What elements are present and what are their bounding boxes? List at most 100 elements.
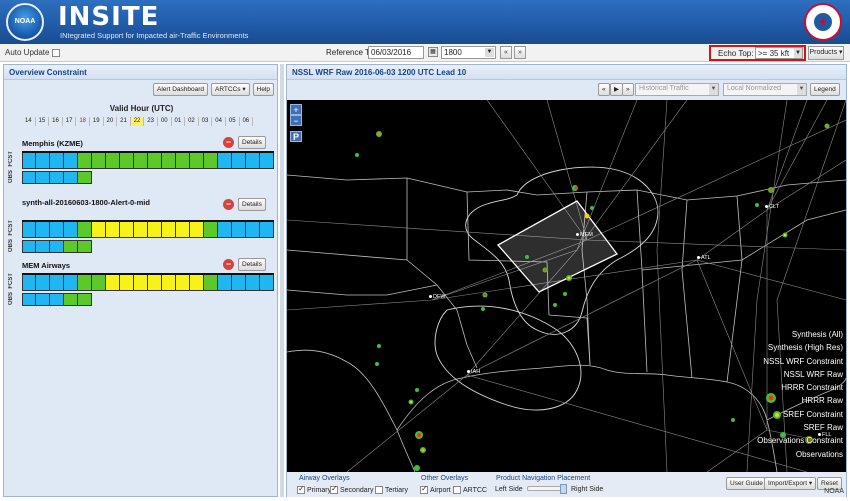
observation-cell[interactable] (64, 293, 78, 306)
forecast-cell[interactable] (246, 222, 260, 238)
forecast-cell[interactable] (64, 275, 78, 291)
forecast-cell[interactable] (162, 275, 176, 291)
secondary-checkbox[interactable] (330, 484, 338, 494)
forecast-cell[interactable] (36, 275, 50, 291)
remove-icon[interactable]: − (223, 199, 234, 210)
legend-button[interactable]: Legend (810, 83, 840, 96)
hour-label[interactable]: 18 (76, 117, 90, 126)
observation-cell[interactable] (22, 171, 36, 184)
layer-item[interactable]: HRRR Constraint (757, 381, 843, 394)
hour-label[interactable]: 06 (240, 117, 254, 126)
artcc-overlay-toggle[interactable]: ARTCC (453, 486, 487, 494)
forecast-cell[interactable] (162, 153, 176, 169)
forecast-cell[interactable] (190, 275, 204, 291)
forecast-cell[interactable] (22, 275, 36, 291)
forecast-cell[interactable] (204, 275, 218, 291)
forecast-cell[interactable] (190, 153, 204, 169)
airport-overlay-toggle[interactable]: Airport (420, 484, 451, 494)
forecast-cell[interactable] (106, 275, 120, 291)
hour-label[interactable]: 20 (104, 117, 118, 126)
primary-overlay-toggle[interactable]: Primary (297, 484, 331, 494)
artccs-button[interactable]: ARTCCs ▾ (211, 83, 250, 96)
nav-placement-slider[interactable] (527, 484, 567, 494)
tertiary-checkbox[interactable] (375, 486, 383, 494)
forecast-cell[interactable] (232, 153, 246, 169)
forecast-cell[interactable] (260, 222, 274, 238)
historical-traffic-select[interactable]: Historical Traffic ▼ (635, 83, 719, 96)
layer-item[interactable]: HRRR Raw (757, 394, 843, 407)
layer-item[interactable]: NSSL WRF Raw (757, 368, 843, 381)
forecast-cell[interactable] (232, 275, 246, 291)
forecast-cell[interactable] (106, 222, 120, 238)
hour-label[interactable]: 19 (90, 117, 104, 126)
user-guide-button[interactable]: User Guide (726, 477, 767, 490)
hour-label[interactable]: 04 (212, 117, 226, 126)
forecast-cell[interactable] (36, 153, 50, 169)
hour-label[interactable]: 22 (130, 117, 145, 126)
forecast-cell[interactable] (120, 222, 134, 238)
layer-item[interactable]: NSSL WRF Constraint (757, 355, 843, 368)
details-button[interactable]: Details (238, 136, 266, 149)
time-back-button[interactable]: « (500, 46, 512, 59)
forecast-cell[interactable] (246, 153, 260, 169)
forecast-cell[interactable] (120, 275, 134, 291)
echo-top-select[interactable]: >= 35 kft ▼ (755, 47, 803, 59)
reference-date-input[interactable]: 06/03/2016 (368, 46, 424, 59)
slider-thumb[interactable] (560, 484, 567, 494)
help-button[interactable]: Help (252, 83, 274, 96)
forecast-cell[interactable] (134, 275, 148, 291)
forecast-cell[interactable] (232, 222, 246, 238)
forecast-cell[interactable] (176, 275, 190, 291)
forecast-cell[interactable] (92, 275, 106, 291)
forecast-cell[interactable] (50, 275, 64, 291)
time-forward-button[interactable]: » (514, 46, 526, 59)
forecast-cell[interactable] (134, 153, 148, 169)
hour-label[interactable]: 05 (226, 117, 240, 126)
forecast-cell[interactable] (78, 153, 92, 169)
forecast-cell[interactable] (260, 153, 274, 169)
observation-cell[interactable] (78, 171, 92, 184)
zoom-out-button[interactable]: − (290, 115, 302, 126)
layer-item[interactable]: SREF Raw (757, 421, 843, 434)
forecast-cell[interactable] (78, 222, 92, 238)
layer-item[interactable]: SREF Constraint (757, 408, 843, 421)
zoom-in-button[interactable]: + (290, 104, 302, 115)
forecast-cell[interactable] (162, 222, 176, 238)
hour-label[interactable]: 23 (144, 117, 158, 126)
auto-update-toggle[interactable]: Auto Update (5, 48, 61, 57)
forecast-cell[interactable] (50, 153, 64, 169)
forecast-cell[interactable] (64, 153, 78, 169)
auto-update-checkbox[interactable] (52, 48, 61, 57)
products-button[interactable]: Products ▾ (808, 46, 844, 60)
calendar-icon[interactable]: ▦ (428, 47, 438, 57)
forecast-cell[interactable] (148, 222, 162, 238)
forecast-cell[interactable] (246, 275, 260, 291)
remove-icon[interactable]: − (223, 137, 234, 148)
forecast-cell[interactable] (204, 153, 218, 169)
pan-button[interactable]: P (290, 131, 302, 142)
panel-splitter[interactable] (280, 64, 284, 497)
details-button[interactable]: Details (238, 258, 266, 271)
forecast-cell[interactable] (106, 153, 120, 169)
artcc-checkbox[interactable] (453, 486, 461, 494)
observation-cell[interactable] (50, 171, 64, 184)
forecast-cell[interactable] (148, 275, 162, 291)
forecast-cell[interactable] (176, 153, 190, 169)
forecast-cell[interactable] (218, 153, 232, 169)
map-canvas[interactable]: + − P MEM DFW ATL IAH CLT FLL Synthesis … (287, 100, 846, 472)
normalization-select[interactable]: Local Normalized ▼ (723, 83, 807, 96)
forecast-cell[interactable] (50, 222, 64, 238)
forecast-cell[interactable] (148, 153, 162, 169)
remove-icon[interactable]: − (223, 259, 234, 270)
forecast-cell[interactable] (36, 222, 50, 238)
forecast-cell[interactable] (92, 153, 106, 169)
forecast-cell[interactable] (22, 153, 36, 169)
hour-label[interactable]: 03 (199, 117, 213, 126)
observation-cell[interactable] (50, 293, 64, 306)
observation-cell[interactable] (22, 240, 36, 253)
observation-cell[interactable] (36, 293, 50, 306)
forecast-cell[interactable] (120, 153, 134, 169)
observation-cell[interactable] (22, 293, 36, 306)
observation-cell[interactable] (50, 240, 64, 253)
forecast-cell[interactable] (176, 222, 190, 238)
